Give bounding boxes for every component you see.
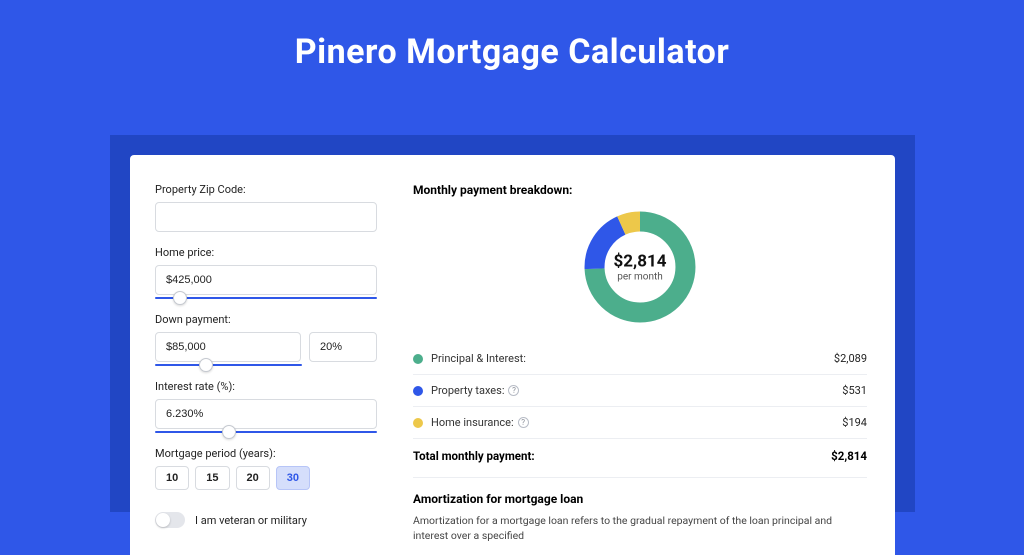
home-price-slider[interactable]	[155, 297, 377, 299]
legend-value: $2,089	[834, 352, 867, 365]
page-title: Pinero Mortgage Calculator	[0, 0, 1024, 72]
down-payment-amount-input[interactable]	[155, 332, 301, 362]
period-btn-15[interactable]: 15	[195, 466, 229, 490]
legend-row: Property taxes:?$531	[413, 375, 867, 407]
total-row: Total monthly payment: $2,814	[413, 438, 867, 477]
home-price-input[interactable]	[155, 265, 377, 295]
zip-group: Property Zip Code:	[155, 183, 377, 232]
zip-label: Property Zip Code:	[155, 183, 377, 196]
period-group: Mortgage period (years): 1015 2030	[155, 447, 377, 490]
legend-dot-icon	[413, 354, 423, 364]
home-price-label: Home price:	[155, 246, 377, 259]
amortization-title: Amortization for mortgage loan	[413, 492, 867, 506]
calculator-card: Property Zip Code: Home price: Down paym…	[130, 155, 895, 555]
donut-chart-wrap: $2,814 per month	[413, 207, 867, 327]
down-payment-slider[interactable]	[155, 364, 302, 366]
info-icon[interactable]: ?	[508, 385, 519, 396]
legend-label: Principal & Interest:	[431, 352, 834, 365]
legend-label-text: Principal & Interest:	[431, 352, 526, 365]
interest-label: Interest rate (%):	[155, 380, 377, 393]
donut-center: $2,814 per month	[614, 252, 667, 283]
legend-row: Principal & Interest: $2,089	[413, 343, 867, 375]
info-icon[interactable]: ?	[518, 417, 529, 428]
breakdown-title: Monthly payment breakdown:	[413, 183, 867, 197]
down-payment-label: Down payment:	[155, 313, 377, 326]
down-payment-pct-input[interactable]	[309, 332, 377, 362]
legend-dot-icon	[413, 418, 423, 428]
period-btn-30[interactable]: 30	[276, 466, 310, 490]
zip-input[interactable]	[155, 202, 377, 232]
donut-sub: per month	[614, 272, 667, 283]
down-payment-slider-thumb[interactable]	[199, 358, 213, 372]
down-payment-group: Down payment:	[155, 313, 377, 366]
legend-label: Home insurance:?	[431, 416, 842, 429]
form-column: Property Zip Code: Home price: Down paym…	[130, 155, 395, 555]
legend-row: Home insurance:?$194	[413, 407, 867, 438]
total-value: $2,814	[831, 449, 867, 463]
breakdown-column: Monthly payment breakdown: $2,814 per mo…	[395, 155, 895, 555]
veteran-label: I am veteran or military	[195, 514, 307, 527]
legend-label-text: Property taxes:	[431, 384, 504, 397]
amortization-section: Amortization for mortgage loan Amortizat…	[413, 477, 867, 543]
legend-value: $194	[842, 416, 867, 429]
period-btn-20[interactable]: 20	[236, 466, 270, 490]
amortization-text: Amortization for a mortgage loan refers …	[413, 514, 867, 543]
home-price-slider-thumb[interactable]	[173, 291, 187, 305]
interest-slider[interactable]	[155, 431, 377, 433]
legend-label: Property taxes:?	[431, 384, 842, 397]
legend-dot-icon	[413, 386, 423, 396]
total-label: Total monthly payment:	[413, 449, 535, 463]
veteran-row: I am veteran or military	[155, 512, 377, 528]
legend-label-text: Home insurance:	[431, 416, 514, 429]
legend-value: $531	[842, 384, 867, 397]
veteran-toggle[interactable]	[155, 512, 185, 528]
interest-group: Interest rate (%):	[155, 380, 377, 433]
donut-amount: $2,814	[614, 252, 667, 272]
interest-slider-thumb[interactable]	[222, 425, 236, 439]
period-btn-10[interactable]: 10	[155, 466, 189, 490]
veteran-toggle-knob	[156, 513, 170, 527]
interest-input[interactable]	[155, 399, 377, 429]
home-price-group: Home price:	[155, 246, 377, 299]
period-label: Mortgage period (years):	[155, 447, 377, 460]
